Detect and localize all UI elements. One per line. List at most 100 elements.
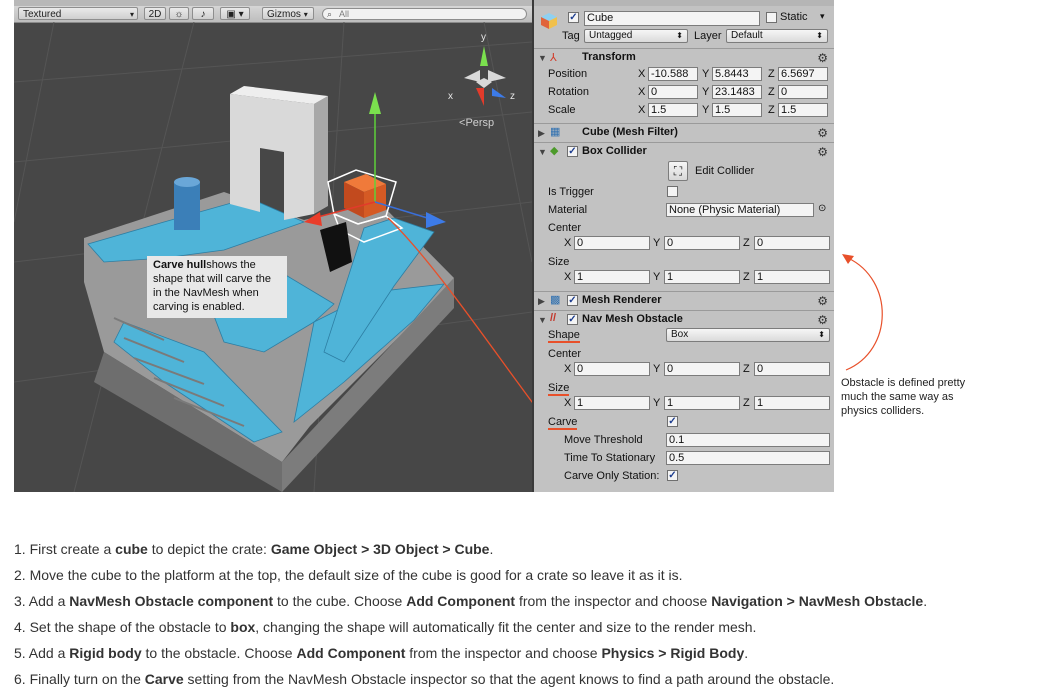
- axis-x-label: X: [564, 237, 572, 249]
- gear-icon[interactable]: ⚙: [817, 126, 828, 140]
- step-item: 5. Add a Rigid body to the obstacle. Cho…: [14, 640, 1054, 666]
- scale-y-field[interactable]: 1.5: [712, 103, 762, 117]
- object-picker-icon[interactable]: ⊙: [818, 203, 826, 214]
- mesh-renderer-header[interactable]: ▶ ▩ ✓ Mesh Renderer ⚙: [534, 291, 834, 310]
- step-text: to the obstacle. Choose: [141, 645, 297, 661]
- box-collider-header[interactable]: ▼ ◆ ✓ Box Collider ⚙: [534, 142, 834, 161]
- step-text: to depict the crate:: [147, 541, 271, 557]
- shape-value: Box: [671, 329, 689, 340]
- carve-only-stationary-checkbox[interactable]: ✓: [667, 470, 678, 481]
- axis-y-label: Y: [653, 363, 661, 375]
- rotation-z-field[interactable]: 0: [778, 85, 828, 99]
- nav-mesh-obstacle-enabled-checkbox[interactable]: ✓: [567, 314, 578, 325]
- object-active-checkbox[interactable]: ✓: [568, 12, 579, 23]
- tag-dropdown[interactable]: Untagged ⬍: [584, 29, 688, 43]
- inspector-tab-bar: [534, 0, 834, 6]
- obstacle-size-z-field[interactable]: 1: [754, 396, 830, 410]
- gear-icon[interactable]: ⚙: [817, 145, 828, 159]
- tag-label: Tag: [562, 30, 580, 42]
- chevron-updown-icon: ⬍: [816, 31, 823, 40]
- is-trigger-checkbox[interactable]: [667, 186, 678, 197]
- search-icon: ⌕: [327, 9, 333, 19]
- transform-title: Transform: [582, 51, 636, 63]
- rotation-y-field[interactable]: 23.1483: [712, 85, 762, 99]
- shading-mode-label: Textured: [23, 9, 62, 20]
- foldout-open-icon[interactable]: ▼: [538, 53, 547, 63]
- axis-z-label: Z: [743, 397, 750, 409]
- gear-icon[interactable]: ⚙: [817, 51, 828, 65]
- toggle-2d-button[interactable]: 2D: [144, 7, 166, 20]
- axis-z-label: Z: [768, 86, 775, 98]
- step-text: from the inspector and choose: [405, 645, 602, 661]
- nav-mesh-obstacle-icon: //: [550, 312, 557, 324]
- shape-dropdown[interactable]: Box ⬍: [666, 328, 830, 342]
- arch-wall: [230, 94, 314, 220]
- foldout-open-icon[interactable]: ▼: [538, 147, 547, 157]
- orientation-gizmo[interactable]: [464, 46, 506, 106]
- gizmos-dropdown[interactable]: Gizmos ▾: [262, 7, 314, 20]
- move-threshold-label: Move Threshold: [564, 434, 643, 446]
- gizmo-z-arrow: [426, 212, 446, 228]
- orient-y-cone: [480, 46, 488, 66]
- is-trigger-label: Is Trigger: [548, 186, 594, 198]
- layer-dropdown[interactable]: Default ⬍: [726, 29, 828, 43]
- rotation-x-field[interactable]: 0: [648, 85, 698, 99]
- chevron-down-icon[interactable]: ▾: [820, 11, 825, 22]
- mesh-filter-header[interactable]: ▶ ▦ Cube (Mesh Filter) ⚙: [534, 123, 834, 142]
- foldout-open-icon[interactable]: ▼: [538, 315, 547, 325]
- carve-checkbox[interactable]: ✓: [667, 416, 678, 427]
- search-placeholder: All: [339, 9, 350, 19]
- orient-z-label: z: [510, 91, 515, 102]
- step-text: setting from the NavMesh Obstacle inspec…: [183, 671, 835, 687]
- position-x-field[interactable]: -10.588: [648, 67, 698, 81]
- foldout-closed-icon[interactable]: ▶: [538, 128, 545, 139]
- gear-icon[interactable]: ⚙: [817, 313, 828, 327]
- shading-mode-dropdown[interactable]: Textured ▾: [18, 7, 138, 20]
- mesh-renderer-enabled-checkbox[interactable]: ✓: [567, 295, 578, 306]
- layer-value: Default: [731, 30, 763, 41]
- collider-center-z-field[interactable]: 0: [754, 236, 830, 250]
- obstacle-size-y-field[interactable]: 1: [664, 396, 740, 410]
- step-text: First create a: [29, 541, 116, 557]
- transform-header[interactable]: ▼ ⅄ Transform ⚙: [534, 48, 834, 67]
- static-checkbox[interactable]: [766, 12, 777, 23]
- collider-center-x-field[interactable]: 0: [574, 236, 650, 250]
- position-label: Position: [548, 68, 588, 80]
- scene-search-input[interactable]: ⌕ All: [322, 8, 527, 20]
- obstacle-center-x-field[interactable]: 0: [574, 362, 650, 376]
- scene-view[interactable]: Textured ▾ 2D ☼ ♪ ▣ ▾ Gizmos ▾ ⌕ All y x…: [14, 0, 532, 492]
- axis-z-label: Z: [743, 237, 750, 249]
- edit-collider-button[interactable]: ⛶: [668, 161, 688, 181]
- position-z-field[interactable]: 6.5697: [778, 67, 828, 81]
- axis-x-label: X: [638, 104, 646, 116]
- obstacle-size-label: Size: [548, 382, 570, 396]
- scale-z-field[interactable]: 1.5: [778, 103, 828, 117]
- obstacle-center-z-field[interactable]: 0: [754, 362, 830, 376]
- time-to-stationary-field[interactable]: 0.5: [666, 451, 830, 465]
- box-collider-icon: ◆: [550, 145, 559, 157]
- persp-label[interactable]: <Persp: [459, 117, 494, 129]
- gear-icon[interactable]: ⚙: [817, 294, 828, 308]
- material-field[interactable]: None (Physic Material): [666, 203, 814, 217]
- collider-size-y-field[interactable]: 1: [664, 270, 740, 284]
- lighting-icon[interactable]: ☼: [169, 7, 189, 20]
- collider-center-y-field[interactable]: 0: [664, 236, 740, 250]
- object-name-field[interactable]: Cube: [584, 11, 760, 26]
- audio-icon[interactable]: ♪: [192, 7, 214, 20]
- effects-icon[interactable]: ▣ ▾: [220, 7, 250, 20]
- step-text: Set the shape of the obstacle to: [29, 619, 231, 635]
- collider-size-z-field[interactable]: 1: [754, 270, 830, 284]
- box-collider-enabled-checkbox[interactable]: ✓: [567, 146, 578, 157]
- inspector-panel: ✓ Cube Static ▾ Tag Untagged ⬍ Layer Defa…: [534, 0, 834, 492]
- collider-size-x-field[interactable]: 1: [574, 270, 650, 284]
- obstacle-center-y-field[interactable]: 0: [664, 362, 740, 376]
- step-emphasis: Physics > Rigid Body: [601, 645, 745, 661]
- move-threshold-field[interactable]: 0.1: [666, 433, 830, 447]
- position-y-field[interactable]: 5.8443: [712, 67, 762, 81]
- obstacle-size-x-field[interactable]: 1: [574, 396, 650, 410]
- carve-label: Carve: [548, 416, 578, 430]
- nav-mesh-obstacle-header[interactable]: ▼ // ✓ Nav Mesh Obstacle ⚙: [534, 310, 834, 329]
- foldout-closed-icon[interactable]: ▶: [538, 296, 545, 307]
- step-number: 5.: [14, 645, 29, 661]
- scale-x-field[interactable]: 1.5: [648, 103, 698, 117]
